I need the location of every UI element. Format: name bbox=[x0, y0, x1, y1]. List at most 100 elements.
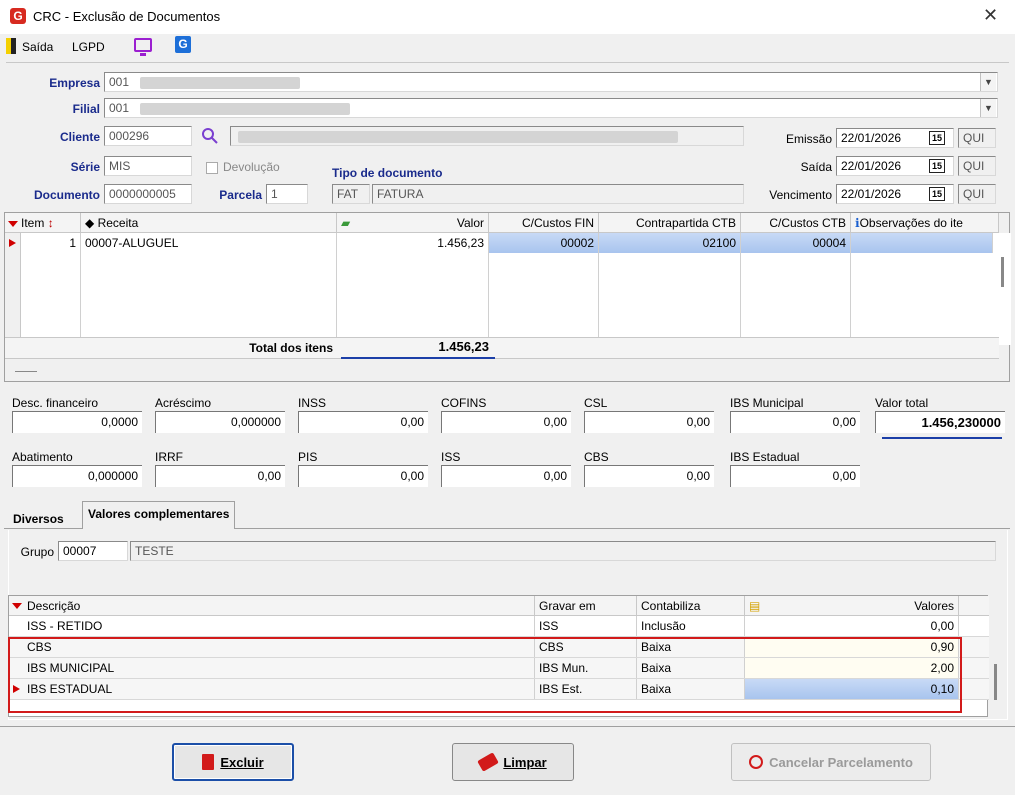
ccctb-cell[interactable]: 00004 bbox=[741, 233, 851, 253]
g-logo-icon[interactable]: G bbox=[175, 36, 191, 53]
receita-cell[interactable]: 00007-ALUGUEL bbox=[81, 233, 337, 253]
cofins-label: COFINS bbox=[441, 396, 487, 410]
exit-button[interactable]: Saída bbox=[22, 40, 53, 54]
tipo-documento-label: Tipo de documento bbox=[332, 166, 443, 180]
highlight-box bbox=[8, 637, 962, 713]
col-ccctb[interactable]: C/Custos CTB bbox=[741, 213, 851, 233]
filial-dropdown-icon[interactable]: ▼ bbox=[980, 99, 996, 117]
vertical-scrollbar[interactable] bbox=[994, 664, 997, 700]
valor-cell[interactable]: 1.456,23 bbox=[337, 233, 489, 253]
acrescimo-field[interactable]: 0,000000 bbox=[155, 411, 285, 433]
col-ccfin[interactable]: C/Custos FIN bbox=[489, 213, 599, 233]
comp-cell-valor[interactable]: 0,00 bbox=[745, 616, 959, 636]
col-valores[interactable]: ▤ Valores bbox=[745, 596, 959, 616]
excluir-button[interactable]: Excluir bbox=[172, 743, 294, 781]
close-icon[interactable]: ✕ bbox=[983, 5, 998, 26]
divider bbox=[6, 62, 1009, 63]
col-item[interactable]: Item ↕ bbox=[17, 213, 81, 233]
cliente-field[interactable]: 000296 bbox=[104, 126, 192, 146]
vencimento-day: QUI bbox=[963, 187, 985, 201]
desc-fin-field[interactable]: 0,0000 bbox=[12, 411, 142, 433]
ibs-est-field[interactable]: 0,00 bbox=[730, 465, 860, 487]
emissao-day: QUI bbox=[963, 131, 985, 145]
col-contrapartida[interactable]: Contrapartida CTB bbox=[599, 213, 741, 233]
col-observacoes[interactable]: ℹObservações do ite bbox=[851, 213, 999, 233]
cbs-field[interactable]: 0,00 bbox=[584, 465, 714, 487]
devolucao-checkbox[interactable] bbox=[206, 162, 218, 174]
cancelar-parcelamento-button: Cancelar Parcelamento bbox=[731, 743, 931, 781]
iss-field[interactable]: 0,00 bbox=[441, 465, 571, 487]
vencimento-calendar-icon[interactable]: 15 bbox=[929, 187, 945, 201]
serie-label: Série bbox=[70, 160, 100, 174]
cofins-field[interactable]: 0,00 bbox=[441, 411, 571, 433]
app-logo-icon: G bbox=[10, 8, 26, 24]
money-icon: ▰ bbox=[341, 216, 351, 230]
col-receita[interactable]: ◆ Receita bbox=[81, 213, 337, 233]
documento-field[interactable]: 0000000005 bbox=[104, 184, 192, 204]
irrf-field[interactable]: 0,00 bbox=[155, 465, 285, 487]
ccfin-cell[interactable]: 00002 bbox=[489, 233, 599, 253]
col-descricao[interactable]: Descrição bbox=[23, 596, 535, 616]
limpar-button[interactable]: Limpar bbox=[452, 743, 574, 781]
comp-cell-desc[interactable]: ISS - RETIDO bbox=[23, 616, 535, 636]
parcela-field[interactable]: 1 bbox=[266, 184, 308, 204]
search-icon[interactable] bbox=[201, 127, 219, 145]
empresa-label: Empresa bbox=[49, 76, 100, 90]
current-row-indicator bbox=[9, 239, 16, 247]
emissao-calendar-icon[interactable]: 15 bbox=[929, 131, 945, 145]
col-gravar-em[interactable]: Gravar em bbox=[535, 596, 637, 616]
tab-valores-complementares[interactable]: Valores complementares bbox=[82, 501, 236, 529]
documento-value: 0000000005 bbox=[109, 187, 176, 201]
exit-door-icon[interactable] bbox=[6, 38, 16, 54]
csl-field[interactable]: 0,00 bbox=[584, 411, 714, 433]
lgpd-button[interactable]: LGPD bbox=[72, 40, 105, 54]
filial-value: 001 bbox=[109, 101, 130, 115]
desc-fin-label: Desc. financeiro bbox=[12, 396, 99, 410]
grupo-code-field[interactable]: 00007 bbox=[58, 541, 128, 561]
filial-name-redacted bbox=[140, 103, 350, 115]
tipo-code-field: FAT bbox=[332, 184, 370, 204]
filial-label: Filial bbox=[72, 102, 100, 116]
abatimento-field[interactable]: 0,000000 bbox=[12, 465, 142, 487]
ibs-mun-label: IBS Municipal bbox=[730, 396, 804, 410]
irrf-label: IRRF bbox=[155, 450, 183, 464]
vencimento-value: 22/01/2026 bbox=[841, 187, 902, 201]
vertical-scrollbar[interactable] bbox=[1001, 257, 1004, 287]
iss-label: ISS bbox=[441, 450, 461, 464]
trash-icon bbox=[202, 754, 215, 770]
saida-day: QUI bbox=[963, 159, 985, 173]
serie-field[interactable]: MIS bbox=[104, 156, 192, 176]
monitor-icon[interactable] bbox=[134, 38, 152, 56]
inss-field[interactable]: 0,00 bbox=[298, 411, 428, 433]
serie-value: MIS bbox=[109, 159, 131, 173]
items-grid[interactable]: Item ↕ ◆ Receita ▰ Valor C/Custos FIN Con… bbox=[4, 212, 1011, 382]
cliente-value: 000296 bbox=[109, 129, 150, 143]
comp-cell-gravar[interactable]: ISS bbox=[535, 616, 637, 636]
col-valor[interactable]: ▰ Valor bbox=[337, 213, 489, 233]
item-number[interactable]: 1 bbox=[21, 233, 81, 253]
h-scroll-thumb[interactable] bbox=[15, 371, 37, 372]
obs-cell[interactable] bbox=[851, 233, 993, 253]
pis-label: PIS bbox=[298, 450, 318, 464]
ibs-mun-field[interactable]: 0,00 bbox=[730, 411, 860, 433]
tipo-desc: FATURA bbox=[377, 187, 424, 201]
empresa-name-redacted bbox=[140, 77, 300, 89]
saida-day-field: QUI bbox=[958, 156, 996, 176]
comp-cell-contab[interactable]: Inclusão bbox=[637, 616, 745, 636]
parcela-value: 1 bbox=[271, 187, 278, 201]
col-contabiliza[interactable]: Contabiliza bbox=[637, 596, 745, 616]
acrescimo-label: Acréscimo bbox=[155, 396, 212, 410]
emissao-label: Emissão bbox=[785, 132, 832, 146]
csl-label: CSL bbox=[584, 396, 608, 410]
window-title: CRC - Exclusão de Documentos bbox=[33, 9, 221, 24]
contrapartida-cell[interactable]: 02100 bbox=[599, 233, 741, 253]
pis-field[interactable]: 0,00 bbox=[298, 465, 428, 487]
devolucao-label: Devolução bbox=[223, 160, 280, 174]
tab-diversos[interactable]: Diversos bbox=[8, 508, 69, 530]
empresa-value: 001 bbox=[109, 75, 130, 89]
empresa-dropdown-icon[interactable]: ▼ bbox=[980, 73, 996, 91]
saida-calendar-icon[interactable]: 15 bbox=[929, 159, 945, 173]
parcela-label: Parcela bbox=[219, 188, 262, 202]
abatimento-label: Abatimento bbox=[12, 450, 73, 464]
saida-value: 22/01/2026 bbox=[841, 159, 902, 173]
